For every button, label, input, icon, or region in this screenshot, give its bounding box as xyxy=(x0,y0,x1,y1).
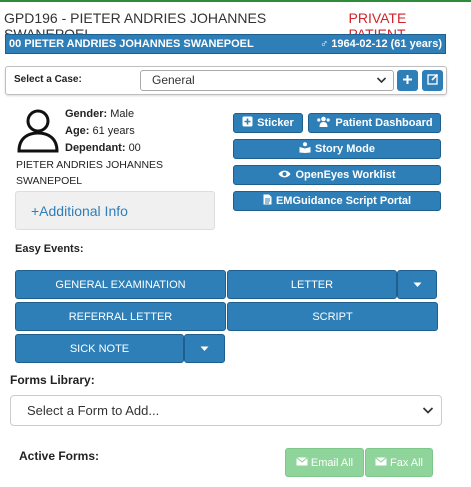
chevron-down-icon xyxy=(376,73,387,94)
dependant-value: 00 xyxy=(128,142,141,154)
emguidance-script-portal-button-label: EMGuidance Script Portal xyxy=(275,195,412,207)
eye-icon xyxy=(278,169,291,182)
gender-line: Gender: Male xyxy=(65,108,134,120)
gender-label: Gender: xyxy=(65,108,108,120)
general-examination-button[interactable]: GENERAL EXAMINATION xyxy=(15,270,226,299)
file-icon xyxy=(263,194,272,208)
patient-banner: 00 PIETER ANDRIES JOHANNES SWANEPOEL ♂ 1… xyxy=(5,34,446,54)
form-select-placeholder: Select a Form to Add... xyxy=(27,403,160,418)
chevron-down-icon xyxy=(422,396,434,436)
easy-events-label: Easy Events: xyxy=(15,243,84,255)
sick-note-button[interactable]: SICK NOTE xyxy=(15,334,184,363)
age-line: Age: 61 years xyxy=(65,125,135,137)
patient-type-badge: PRIVATE PATIENT xyxy=(348,10,407,42)
user-avatar-icon xyxy=(16,108,60,154)
envelope-icon xyxy=(375,456,387,469)
case-select[interactable]: General xyxy=(140,70,394,91)
case-selector-panel: Select a Case: General xyxy=(5,66,447,95)
story-mode-button-label: Story Mode xyxy=(315,143,375,155)
dependant-line: Dependant: 00 xyxy=(65,142,141,154)
emguidance-script-portal-button[interactable]: EMGuidance Script Portal xyxy=(233,191,441,211)
story-mode-button[interactable]: Story Mode xyxy=(233,139,441,159)
patient-full-name: PIETER ANDRIES JOHANNES SWANEPOEL xyxy=(16,159,164,187)
edit-icon xyxy=(426,72,439,89)
users-icon xyxy=(316,116,331,130)
case-selector-label: Select a Case: xyxy=(14,74,82,85)
age-label: Age: xyxy=(65,125,90,137)
caret-down-icon xyxy=(413,280,422,290)
additional-info-button[interactable]: +Additional Info xyxy=(15,191,215,230)
form-select[interactable]: Select a Form to Add... xyxy=(10,395,442,426)
edit-case-button[interactable] xyxy=(422,70,443,91)
active-forms-label: Active Forms: xyxy=(19,449,100,463)
add-case-button[interactable] xyxy=(397,70,418,91)
patient-banner-dob: 1964-02-12 (61 years) xyxy=(331,38,442,50)
sick-note-dropdown-button[interactable] xyxy=(184,334,225,363)
page-header: GPD196 - PIETER ANDRIES JOHANNES SWANEPO… xyxy=(4,10,464,42)
email-all-button[interactable]: Email All xyxy=(285,448,364,477)
forms-library-label: Forms Library: xyxy=(10,373,95,387)
openeyes-worklist-button-label: OpenEyes Worklist xyxy=(295,169,396,181)
envelope-icon xyxy=(296,456,308,469)
email-all-label: Email All xyxy=(310,456,354,469)
book-reader-icon xyxy=(299,142,311,156)
gender-value: Male xyxy=(110,108,135,120)
sticker-button[interactable]: Sticker xyxy=(233,113,303,133)
letter-button[interactable]: LETTER xyxy=(227,270,397,299)
script-button[interactable]: SCRIPT xyxy=(227,302,438,331)
letter-dropdown-button[interactable] xyxy=(397,270,437,299)
sticker-icon xyxy=(242,116,253,130)
patient-banner-dob-group: ♂ 1964-02-12 (61 years) xyxy=(320,38,442,50)
patient-banner-name: 00 PIETER ANDRIES JOHANNES SWANEPOEL xyxy=(9,38,254,50)
patient-dashboard-button-label: Patient Dashboard xyxy=(335,117,433,129)
sticker-button-label: Sticker xyxy=(257,117,294,129)
dependant-label: Dependant: xyxy=(65,142,126,154)
page-title: GPD196 - PIETER ANDRIES JOHANNES SWANEPO… xyxy=(4,10,267,42)
caret-down-icon xyxy=(200,344,209,354)
age-value: 61 years xyxy=(92,125,135,137)
patient-dashboard-button[interactable]: Patient Dashboard xyxy=(308,113,441,133)
male-icon: ♂ xyxy=(319,38,329,50)
case-select-value: General xyxy=(152,73,195,87)
fax-all-button[interactable]: Fax All xyxy=(365,448,433,477)
fax-all-label: Fax All xyxy=(389,456,423,469)
top-accent-line xyxy=(0,0,471,2)
openeyes-worklist-button[interactable]: OpenEyes Worklist xyxy=(233,165,441,185)
plus-icon xyxy=(402,72,413,89)
referral-letter-button[interactable]: REFERRAL LETTER xyxy=(15,302,226,331)
